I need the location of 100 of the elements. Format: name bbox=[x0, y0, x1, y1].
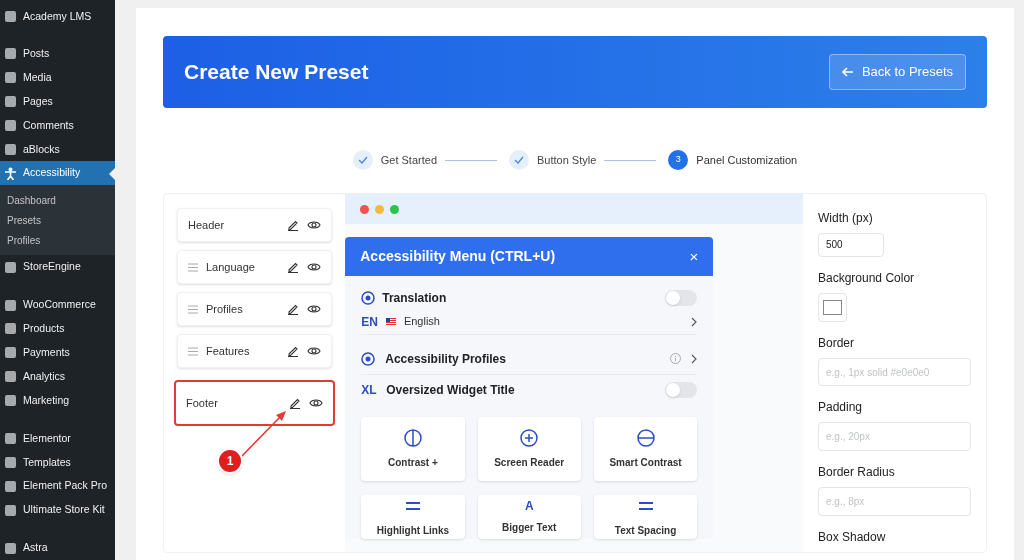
option-label: Translation bbox=[382, 290, 448, 307]
feature-tile[interactable]: A Bigger Text bbox=[477, 495, 581, 539]
flag-icon bbox=[385, 318, 396, 325]
sidebar-item[interactable]: Elementor bbox=[0, 426, 115, 451]
sidebar-item[interactable]: Payments bbox=[0, 340, 115, 365]
option-label: Oversized Widget Title bbox=[386, 382, 516, 399]
section-label: Language bbox=[206, 259, 256, 275]
sidebar-item[interactable]: aBlocks bbox=[0, 137, 115, 162]
menu-icon bbox=[4, 47, 17, 61]
feature-tile[interactable]: Contrast + bbox=[361, 417, 465, 481]
input-field[interactable]: e.g., 8px bbox=[818, 487, 971, 516]
eye-icon bbox=[307, 346, 322, 356]
field-label: Border bbox=[818, 334, 856, 352]
chevron-right-icon bbox=[691, 353, 698, 364]
minus-circle-icon bbox=[636, 428, 655, 447]
sidebar-item[interactable]: Academy LMS bbox=[0, 5, 115, 29]
section-label: Footer bbox=[186, 395, 219, 411]
feature-tile[interactable]: Highlight Links bbox=[361, 495, 465, 539]
language-name: English bbox=[403, 314, 441, 330]
section-row[interactable]: Profiles bbox=[177, 292, 333, 326]
sidebar-item[interactable]: Element Pack Pro bbox=[0, 474, 115, 499]
drag-handle-icon bbox=[188, 304, 198, 314]
person-icon bbox=[4, 166, 17, 180]
toggle-switch[interactable] bbox=[665, 290, 698, 306]
section-row[interactable]: Header bbox=[177, 208, 333, 242]
pencil-icon bbox=[287, 345, 300, 357]
submenu-item[interactable]: Presets bbox=[0, 210, 115, 231]
drag-handle-icon bbox=[188, 262, 198, 272]
color-swatch bbox=[823, 299, 842, 315]
sidebar-item[interactable]: StoreEngine bbox=[0, 255, 115, 280]
menu-icon bbox=[4, 71, 17, 85]
color-picker[interactable] bbox=[818, 292, 847, 322]
section-row[interactable]: Language bbox=[177, 250, 333, 284]
menu-icon bbox=[4, 432, 17, 445]
step-number: 3 bbox=[668, 150, 689, 170]
contrast-icon bbox=[403, 428, 422, 447]
step-label: Panel Customization bbox=[696, 152, 798, 168]
eye-icon bbox=[307, 262, 322, 272]
eye-icon bbox=[307, 220, 322, 230]
plus-circle-icon bbox=[520, 428, 539, 447]
input-field[interactable]: 500 bbox=[818, 233, 884, 257]
menu-icon bbox=[4, 479, 17, 493]
sidebar-item[interactable]: Comments bbox=[0, 113, 115, 138]
menu-icon bbox=[4, 370, 17, 384]
sidebar-item[interactable]: Marketing bbox=[0, 388, 115, 413]
sidebar-item[interactable]: Products bbox=[0, 317, 115, 341]
sidebar-item[interactable]: Accessibility bbox=[0, 161, 115, 186]
drag-handle-icon bbox=[188, 346, 198, 356]
pencil-icon bbox=[287, 219, 300, 231]
sidebar-item[interactable]: Astra bbox=[0, 536, 115, 560]
sidebar-item[interactable]: Media bbox=[0, 65, 115, 90]
section-label: Header bbox=[188, 217, 226, 233]
sidebar-item[interactable]: WooCommerce bbox=[0, 293, 115, 317]
section-label: Profiles bbox=[206, 301, 244, 317]
menu-icon bbox=[4, 298, 17, 312]
close-button[interactable]: × bbox=[689, 249, 699, 264]
menu-icon bbox=[4, 142, 17, 156]
menu-icon bbox=[4, 95, 17, 109]
submenu-item[interactable]: Profiles bbox=[0, 230, 115, 251]
sidebar-item[interactable]: Ultimate Store Kit bbox=[0, 498, 115, 523]
sidebar-item[interactable]: Analytics bbox=[0, 364, 115, 389]
field-label: Box Shadow bbox=[818, 529, 887, 546]
submenu-item[interactable]: Dashboard bbox=[0, 190, 115, 211]
menu-icon bbox=[4, 455, 17, 469]
menu-icon bbox=[4, 346, 17, 360]
feature-tile[interactable]: Smart Contrast bbox=[593, 417, 698, 481]
chevron-right-icon bbox=[691, 316, 698, 327]
field-label: Background Color bbox=[818, 269, 916, 287]
sidebar-item[interactable]: Templates bbox=[0, 450, 115, 475]
feature-tile[interactable]: Screen Reader bbox=[477, 417, 581, 481]
pencil-icon bbox=[287, 261, 300, 273]
sidebar-item[interactable]: Pages bbox=[0, 89, 115, 114]
language-code: EN bbox=[361, 313, 378, 331]
pencil-icon bbox=[289, 397, 302, 409]
menu-icon bbox=[4, 10, 17, 24]
info-icon bbox=[670, 353, 682, 364]
section-label: Features bbox=[206, 343, 251, 359]
input-field[interactable]: e.g., 1px solid #e0e0e0 bbox=[818, 357, 971, 387]
menu-icon bbox=[4, 503, 17, 517]
toggle-switch[interactable] bbox=[665, 382, 698, 398]
menu-icon bbox=[4, 260, 17, 274]
option-label: Accessibility Profiles bbox=[385, 350, 507, 368]
radio-dot-icon bbox=[361, 351, 376, 366]
field-label: Padding bbox=[818, 399, 864, 417]
sidebar-item[interactable]: Posts bbox=[0, 41, 115, 66]
pencil-icon bbox=[287, 303, 300, 315]
section-row[interactable]: Features bbox=[177, 334, 333, 368]
step-label: Button Style bbox=[537, 152, 597, 168]
menu-icon bbox=[4, 322, 17, 336]
section-row[interactable]: Footer bbox=[174, 380, 336, 426]
step-label: Get Started bbox=[380, 152, 437, 168]
radio-dot-icon bbox=[361, 291, 376, 305]
menu-title: Accessibility Menu (CTRL+U) bbox=[360, 247, 556, 266]
feature-tile[interactable]: Text Spacing bbox=[593, 495, 698, 539]
eye-icon bbox=[307, 304, 322, 314]
page-title: Create New Preset bbox=[184, 59, 369, 86]
letter-icon-text: A bbox=[524, 499, 534, 512]
input-field[interactable]: e.g., 20px bbox=[818, 422, 971, 452]
menu-icon bbox=[4, 541, 17, 555]
field-label: Border Radius bbox=[818, 464, 896, 482]
